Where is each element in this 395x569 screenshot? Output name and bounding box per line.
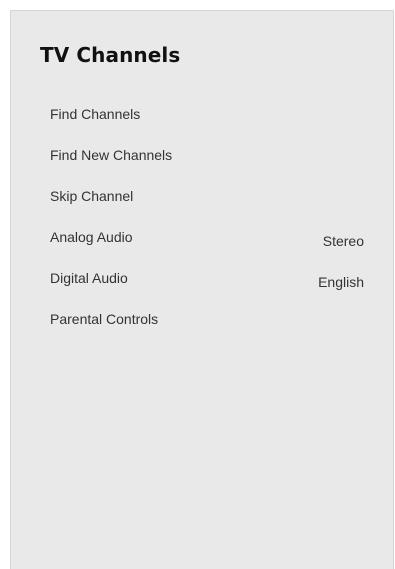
menu-item-digital-audio[interactable]: Digital Audio English (11, 264, 393, 305)
menu-item-label: Find Channels (50, 106, 141, 122)
menu-item-label: Digital Audio (50, 270, 128, 286)
menu-list: Find Channels Find New Channels Skip Cha… (11, 100, 393, 346)
menu-item-parental-controls[interactable]: Parental Controls (11, 305, 393, 346)
digital-audio-value: English (318, 274, 364, 290)
menu-item-analog-audio[interactable]: Analog Audio Stereo (11, 223, 393, 264)
menu-title: TV Channels (40, 43, 181, 67)
tv-channels-menu-panel: TV Channels Find Channels Find New Chann… (10, 10, 394, 569)
analog-audio-value: Stereo (322, 233, 364, 249)
menu-item-label: Parental Controls (50, 311, 159, 327)
menu-item-label: Find New Channels (50, 147, 173, 163)
menu-item-find-channels[interactable]: Find Channels (11, 100, 393, 141)
menu-item-label: Analog Audio (50, 229, 133, 245)
menu-item-skip-channel[interactable]: Skip Channel (11, 182, 393, 223)
menu-item-label: Skip Channel (50, 188, 134, 204)
menu-item-find-new-channels[interactable]: Find New Channels (11, 141, 393, 182)
